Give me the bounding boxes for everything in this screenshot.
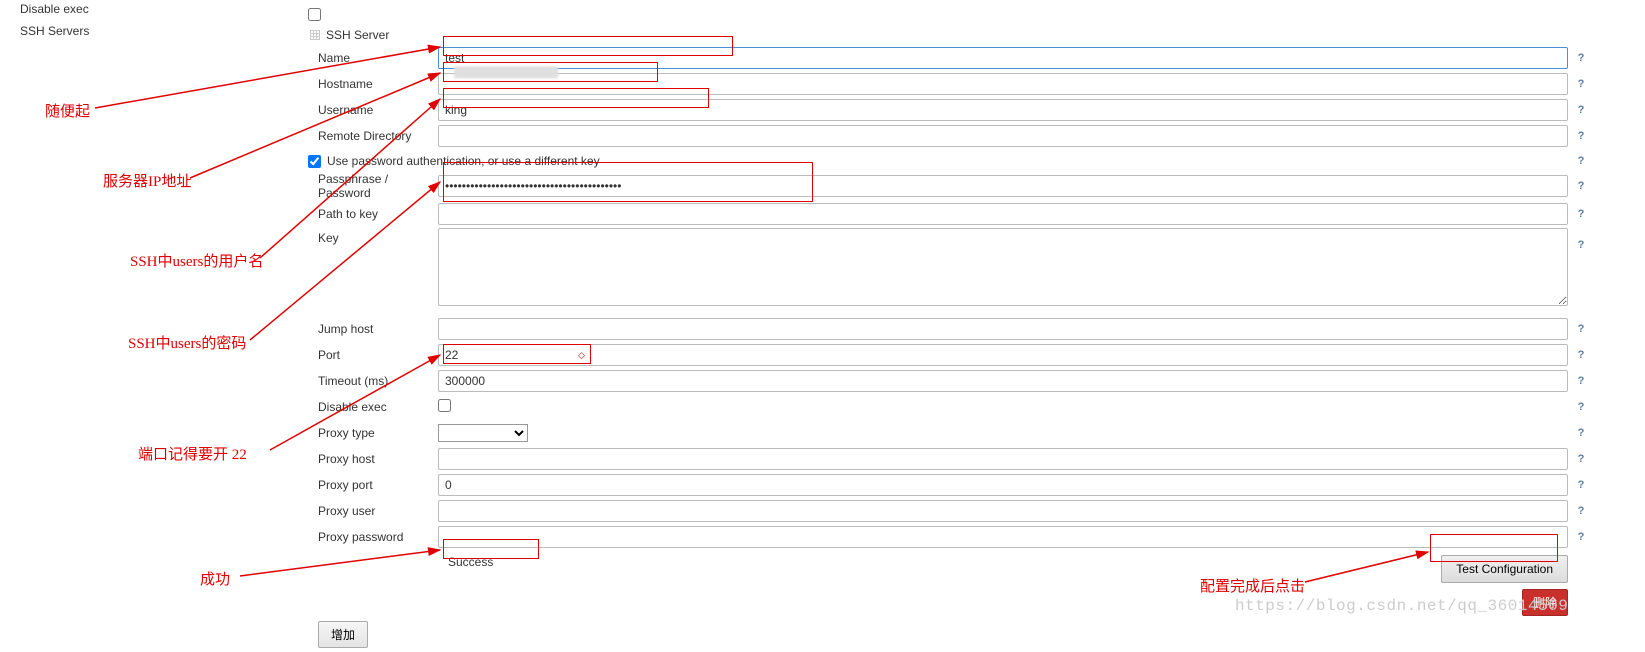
help-icon[interactable] — [1574, 348, 1588, 362]
annotation-text-name: 随便起 — [45, 100, 90, 121]
remote-directory-input[interactable] — [438, 125, 1568, 147]
proxy-user-input[interactable] — [438, 500, 1568, 522]
proxy-password-label: Proxy password — [308, 530, 438, 544]
hostname-input[interactable] — [438, 73, 1568, 95]
proxy-port-input[interactable] — [438, 474, 1568, 496]
disable-exec-checkbox[interactable] — [438, 399, 451, 412]
status-text: Success — [448, 555, 493, 569]
annotation-text-hostname: 服务器IP地址 — [103, 170, 191, 191]
help-icon[interactable] — [1574, 51, 1588, 65]
hostname-label: Hostname — [308, 77, 438, 91]
help-icon[interactable] — [1574, 154, 1588, 168]
jump-host-input[interactable] — [438, 318, 1568, 340]
help-icon[interactable] — [1574, 129, 1588, 143]
path-to-key-input[interactable] — [438, 203, 1568, 225]
annotation-text-username: SSH中users的用户名 — [130, 250, 263, 271]
annotation-text-success: 成功 — [200, 568, 230, 589]
path-to-key-label: Path to key — [308, 207, 438, 221]
timeout-input[interactable] — [438, 370, 1568, 392]
timeout-label: Timeout (ms) — [308, 374, 438, 388]
help-icon[interactable] — [1574, 400, 1588, 414]
disable-exec-label-top: Disable exec — [20, 2, 280, 16]
help-icon[interactable] — [1574, 530, 1588, 544]
jump-host-label: Jump host — [308, 322, 438, 336]
proxy-type-select[interactable] — [438, 424, 528, 442]
proxy-type-label: Proxy type — [308, 426, 438, 440]
key-label: Key — [308, 228, 438, 245]
annotation-text-port: 端口记得要开 22 — [138, 443, 247, 464]
use-password-label: Use password authentication, or use a di… — [327, 154, 600, 168]
help-icon[interactable] — [1574, 426, 1588, 440]
ssh-server-header: SSH Server — [326, 28, 389, 42]
help-icon[interactable] — [1574, 238, 1588, 252]
ssh-servers-label: SSH Servers — [20, 24, 280, 38]
proxy-port-label: Proxy port — [308, 478, 438, 492]
username-input[interactable] — [438, 99, 1568, 121]
key-textarea[interactable] — [438, 228, 1568, 306]
port-label: Port — [308, 348, 438, 362]
help-icon[interactable] — [1574, 478, 1588, 492]
proxy-user-label: Proxy user — [308, 504, 438, 518]
proxy-host-input[interactable] — [438, 448, 1568, 470]
disable-exec-top-checkbox[interactable] — [308, 8, 321, 21]
annotation-text-password: SSH中users的密码 — [128, 332, 246, 353]
help-icon[interactable] — [1574, 452, 1588, 466]
passphrase-label: Passphrase / Password — [308, 172, 438, 200]
drag-handle-icon[interactable] — [310, 30, 320, 40]
help-icon[interactable] — [1574, 77, 1588, 91]
help-icon[interactable] — [1574, 103, 1588, 117]
remote-directory-label: Remote Directory — [308, 129, 438, 143]
delete-button[interactable]: 删除 — [1522, 589, 1568, 616]
test-configuration-button[interactable]: Test Configuration — [1441, 555, 1568, 583]
disable-exec-label: Disable exec — [308, 400, 438, 414]
passphrase-input[interactable] — [438, 175, 1568, 197]
proxy-host-label: Proxy host — [308, 452, 438, 466]
help-icon[interactable] — [1574, 207, 1588, 221]
add-button[interactable]: 增加 — [318, 621, 368, 648]
name-label: Name — [308, 51, 438, 65]
port-input[interactable] — [438, 344, 1568, 366]
help-icon[interactable] — [1574, 374, 1588, 388]
help-icon[interactable] — [1574, 322, 1588, 336]
help-icon[interactable] — [1574, 179, 1588, 193]
use-password-checkbox[interactable] — [308, 155, 321, 168]
help-icon[interactable] — [1574, 504, 1588, 518]
username-label: Username — [308, 103, 438, 117]
name-input[interactable] — [438, 47, 1568, 69]
proxy-password-input[interactable] — [438, 526, 1568, 548]
